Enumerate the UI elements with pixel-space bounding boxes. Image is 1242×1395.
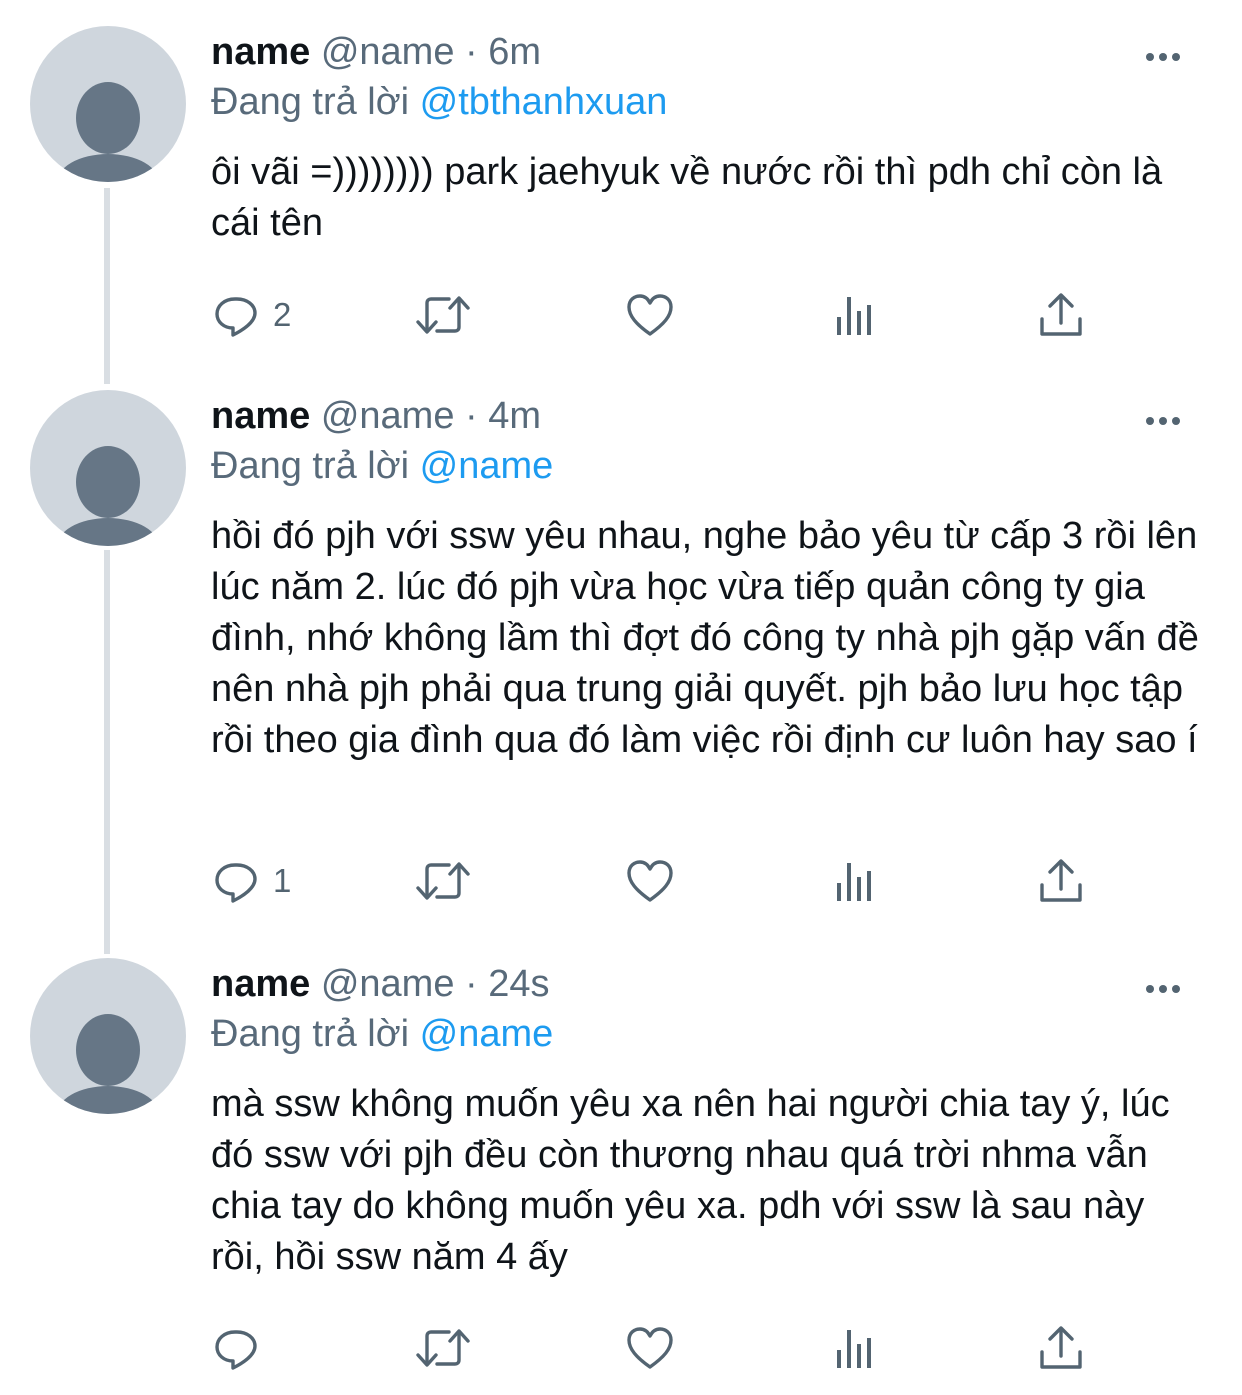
tweet-text: hồi đó pjh với ssw yêu nhau, nghe bảo yê… [211,515,1199,761]
share-button[interactable] [1037,1318,1085,1378]
share-icon [1037,291,1085,339]
retweet-icon [413,291,473,339]
analytics-button[interactable] [833,851,877,911]
replying-to-label: Đang trả lời [211,1013,410,1055]
tweet[interactable]: name @name · 24s Đang trả lời @name mà s… [0,932,1242,1395]
tweet-text: mà ssw không muốn yêu xa nên hai người c… [211,1083,1170,1278]
separator: · [465,963,478,1005]
analytics-icon [833,1324,877,1372]
share-button[interactable] [1037,285,1085,345]
reply-mention-link[interactable]: @name [420,445,554,487]
handle[interactable]: @name [321,963,455,1005]
reply-button[interactable] [213,1318,273,1378]
reply-count: 1 [273,862,292,899]
retweet-icon [413,857,473,905]
tweet[interactable]: name @name · 6m Đang trả lời @tbthanhxua… [0,0,1242,370]
share-button[interactable] [1037,851,1085,911]
reply-mention-link[interactable]: @name [420,1013,554,1055]
retweet-icon [413,1324,473,1372]
reply-icon [213,1324,261,1372]
tweet-header: name @name · 24s [211,956,1202,1012]
avatar[interactable] [30,26,186,182]
tweet-actions: 1 [211,851,1111,911]
analytics-icon [833,857,877,905]
replying-to: Đang trả lời @name [211,442,1202,490]
separator: · [465,31,478,73]
more-options-button[interactable] [1146,48,1190,68]
replying-to: Đang trả lời @name [211,1010,1202,1058]
analytics-icon [833,291,877,339]
default-avatar-icon [56,446,160,546]
analytics-button[interactable] [833,285,877,345]
more-icon [1146,53,1154,61]
avatar[interactable] [30,390,186,546]
share-icon [1037,857,1085,905]
analytics-button[interactable] [833,1318,877,1378]
reply-icon [213,291,261,339]
tweet-header: name @name · 6m [211,24,1202,80]
avatar[interactable] [30,958,186,1114]
reply-mention-link[interactable]: @tbthanhxuan [420,81,668,123]
reply-button[interactable]: 1 [213,851,291,911]
display-name[interactable]: name [211,31,310,73]
default-avatar-icon [56,82,160,182]
reply-icon [213,857,261,905]
reply-button[interactable]: 2 [213,285,291,345]
retweet-button[interactable] [413,851,473,911]
like-icon [625,1324,675,1372]
reply-count: 2 [273,296,292,333]
more-options-button[interactable] [1146,412,1190,432]
more-icon [1146,985,1154,993]
tweet-actions: 2 [211,285,1111,345]
replying-to-label: Đang trả lời [211,445,410,487]
display-name[interactable]: name [211,963,310,1005]
default-avatar-icon [56,1014,160,1114]
retweet-button[interactable] [413,285,473,345]
like-icon [625,291,675,339]
more-options-button[interactable] [1146,980,1190,1000]
tweet-header: name @name · 4m [211,388,1202,444]
like-button[interactable] [625,285,675,345]
timestamp[interactable]: 24s [488,963,549,1005]
share-icon [1037,1324,1085,1372]
like-button[interactable] [625,851,675,911]
handle[interactable]: @name [321,31,455,73]
handle[interactable]: @name [321,395,455,437]
tweet[interactable]: name @name · 4m Đang trả lời @name hồi đ… [0,364,1242,934]
timestamp[interactable]: 6m [488,31,541,73]
display-name[interactable]: name [211,395,310,437]
retweet-button[interactable] [413,1318,473,1378]
like-button[interactable] [625,1318,675,1378]
like-icon [625,857,675,905]
more-icon [1146,417,1154,425]
timestamp[interactable]: 4m [488,395,541,437]
replying-to-label: Đang trả lời [211,81,410,123]
tweet-actions [211,1318,1111,1378]
replying-to: Đang trả lời @tbthanhxuan [211,78,1202,126]
separator: · [465,395,478,437]
tweet-text: ôi vãi =)))))))) park jaehyuk về nước rồ… [211,151,1163,244]
